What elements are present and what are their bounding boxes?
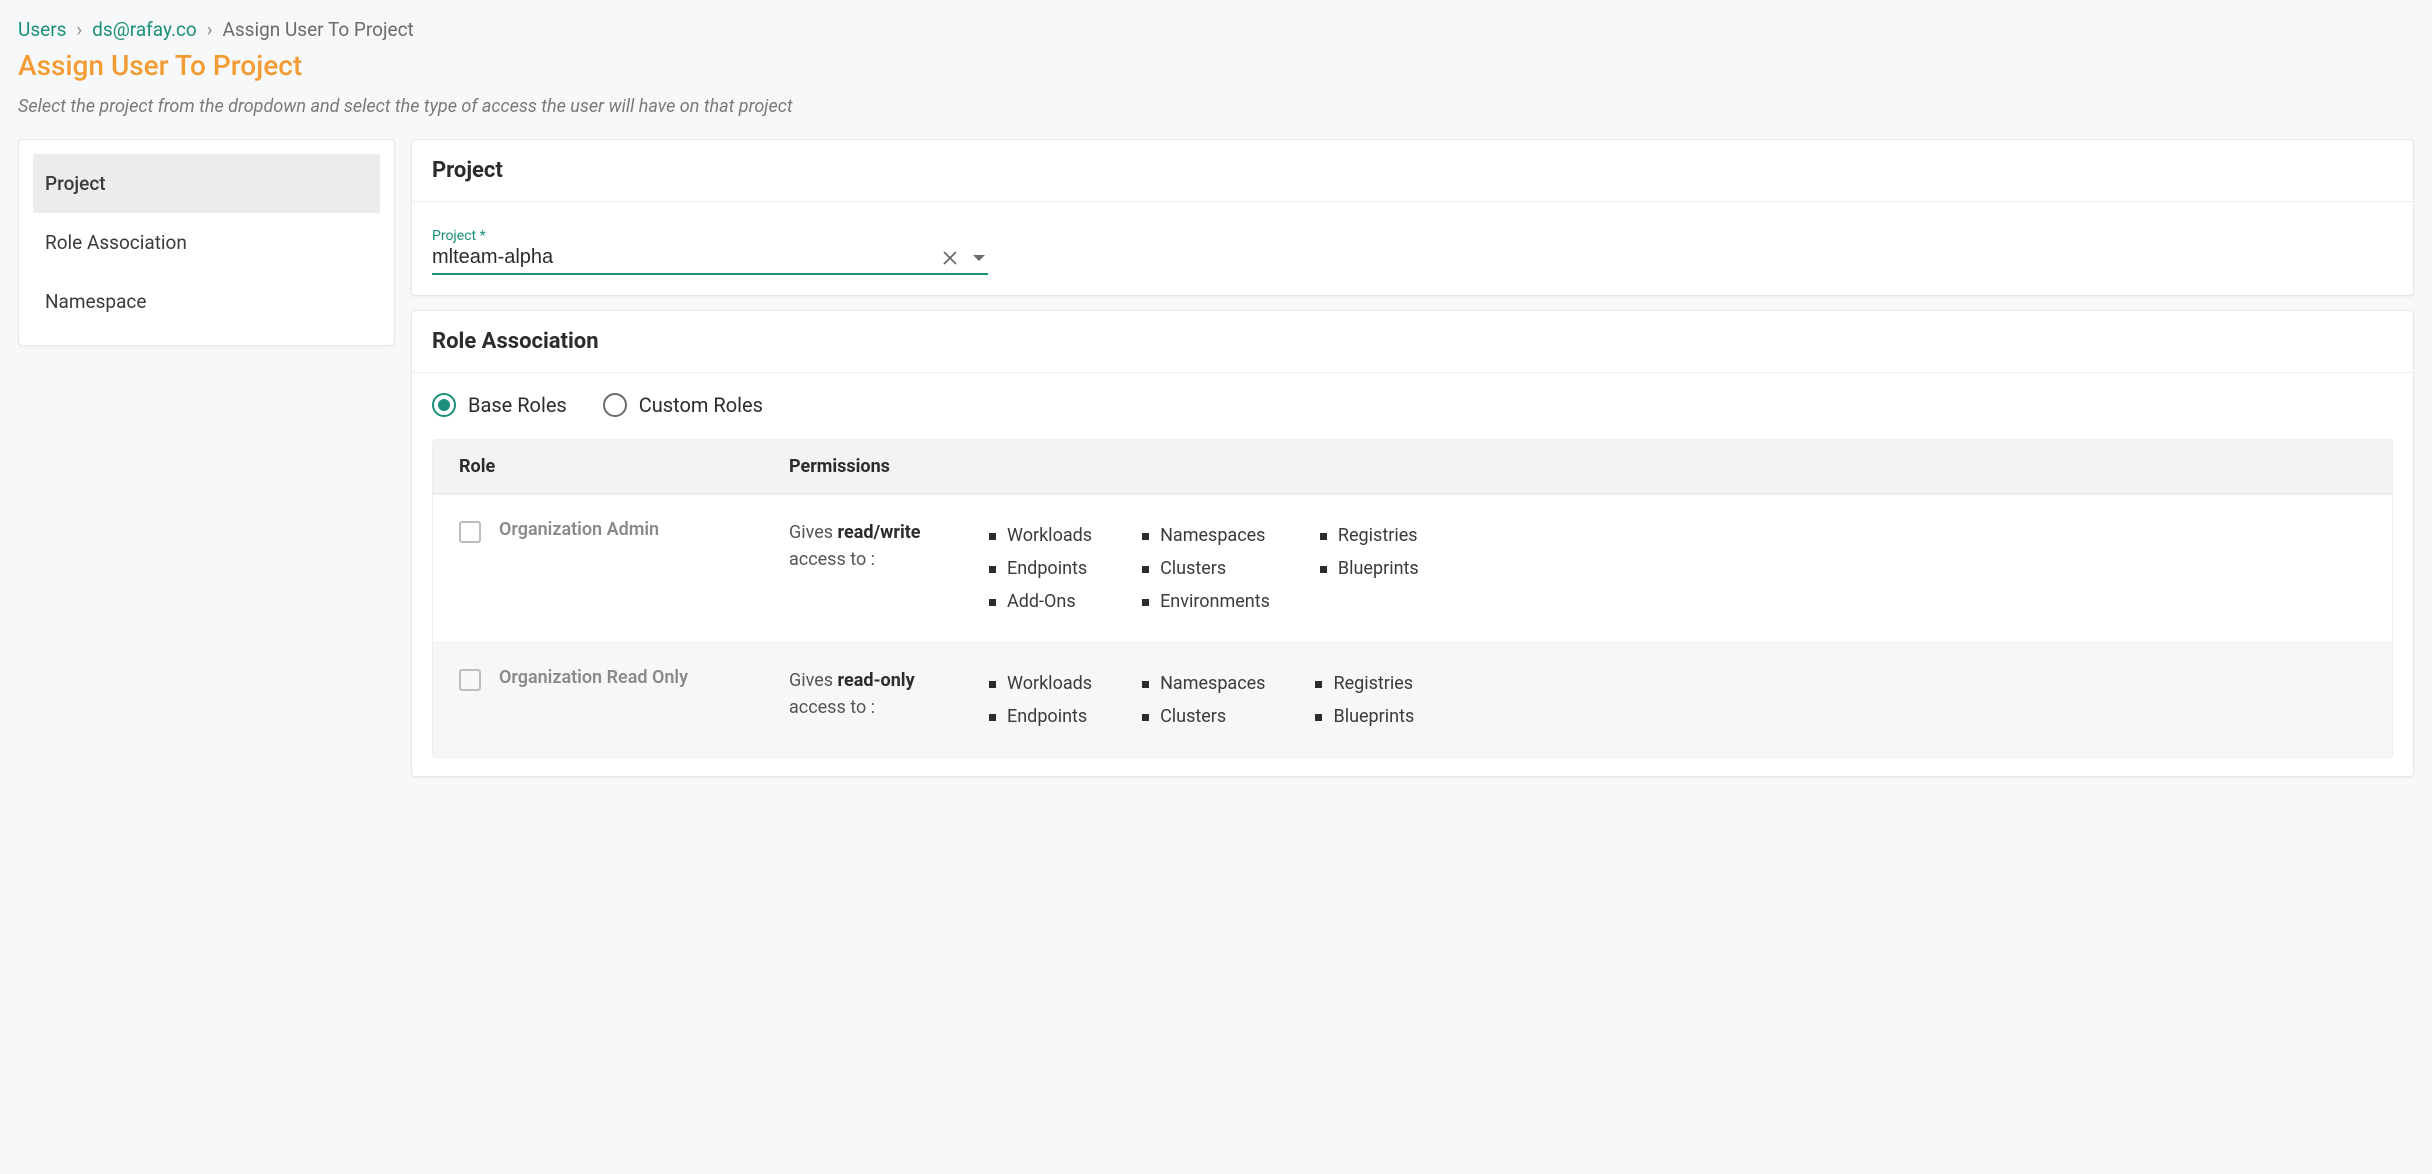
project-card-header: Project	[412, 140, 2413, 202]
breadcrumb-users-link[interactable]: Users	[18, 18, 66, 41]
project-field-label: Project *	[432, 228, 988, 244]
permission-item: Workloads	[989, 667, 1092, 700]
permission-item: Namespaces	[1142, 667, 1265, 700]
permission-col: Registries Blueprints	[1315, 667, 1414, 733]
permission-item: Environments	[1142, 585, 1270, 618]
role-name: Organization Admin	[499, 519, 659, 540]
roles-table: Role Permissions Organization Admin Give…	[432, 439, 2393, 758]
role-type-radio-group: Base Roles Custom Roles	[432, 393, 2393, 417]
role-checkbox[interactable]	[459, 521, 481, 543]
permission-item: Clusters	[1142, 552, 1270, 585]
permission-col: Namespaces Clusters Environments	[1142, 519, 1270, 618]
sidebar-item-role-association[interactable]: Role Association	[33, 213, 380, 272]
permission-col: Workloads Endpoints Add-Ons	[989, 519, 1092, 618]
permission-item: Clusters	[1142, 700, 1265, 733]
table-row: Organization Admin Gives read/write acce…	[433, 494, 2392, 642]
permission-item: Blueprints	[1315, 700, 1414, 733]
project-card: Project Project *	[411, 139, 2414, 296]
project-field: Project *	[432, 228, 988, 275]
chevron-down-icon[interactable]	[972, 253, 986, 263]
permission-item: Endpoints	[989, 552, 1092, 585]
roles-table-head: Role Permissions	[433, 440, 2392, 494]
radio-circle-icon	[603, 393, 627, 417]
role-card-header: Role Association	[412, 311, 2413, 373]
col-header-role: Role	[459, 456, 789, 477]
breadcrumb: Users › ds@rafay.co › Assign User To Pro…	[18, 18, 2414, 41]
permission-item: Namespaces	[1142, 519, 1270, 552]
breadcrumb-sep: ›	[76, 18, 82, 41]
permission-item: Registries	[1315, 667, 1414, 700]
permission-item: Add-Ons	[989, 585, 1092, 618]
permission-item: Registries	[1320, 519, 1419, 552]
permission-item: Endpoints	[989, 700, 1092, 733]
sidebar-item-project[interactable]: Project	[33, 154, 380, 213]
project-select-input[interactable]	[432, 246, 942, 269]
radio-circle-icon	[432, 393, 456, 417]
clear-icon[interactable]	[942, 250, 958, 266]
permission-col: Registries Blueprints	[1320, 519, 1419, 618]
permission-item: Blueprints	[1320, 552, 1419, 585]
permission-col: Workloads Endpoints	[989, 667, 1092, 733]
col-header-permissions: Permissions	[789, 456, 2366, 477]
permission-description: Gives read-only access to :	[789, 667, 969, 733]
page-title: Assign User To Project	[18, 49, 2414, 82]
permission-description: Gives read/write access to :	[789, 519, 969, 618]
radio-base-roles[interactable]: Base Roles	[432, 393, 567, 417]
table-row: Organization Read Only Gives read-only a…	[433, 642, 2392, 757]
role-checkbox[interactable]	[459, 669, 481, 691]
permission-item: Workloads	[989, 519, 1092, 552]
section-nav: Project Role Association Namespace	[18, 139, 395, 346]
breadcrumb-sep: ›	[207, 18, 213, 41]
sidebar-item-namespace[interactable]: Namespace	[33, 272, 380, 331]
radio-label: Custom Roles	[639, 393, 763, 417]
radio-custom-roles[interactable]: Custom Roles	[603, 393, 763, 417]
page-subtitle: Select the project from the dropdown and…	[18, 96, 2414, 117]
permission-col: Namespaces Clusters	[1142, 667, 1265, 733]
breadcrumb-email-link[interactable]: ds@rafay.co	[92, 18, 197, 41]
role-name: Organization Read Only	[499, 667, 688, 688]
breadcrumb-current: Assign User To Project	[222, 18, 413, 41]
role-association-card: Role Association Base Roles Custom Roles…	[411, 310, 2414, 777]
radio-label: Base Roles	[468, 393, 567, 417]
